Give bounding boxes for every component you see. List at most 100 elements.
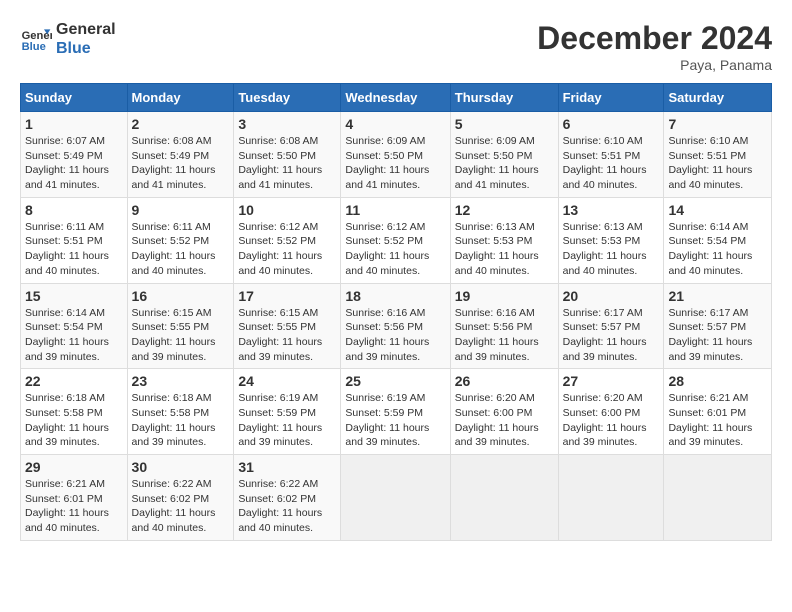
calendar-cell: 31 Sunrise: 6:22 AM Sunset: 6:02 PM Dayl… — [234, 455, 341, 541]
header-thursday: Thursday — [450, 84, 558, 112]
calendar-cell: 2 Sunrise: 6:08 AM Sunset: 5:49 PM Dayli… — [127, 112, 234, 198]
day-number: 6 — [563, 116, 660, 132]
day-number: 9 — [132, 202, 230, 218]
header-sunday: Sunday — [21, 84, 128, 112]
day-info: Sunrise: 6:16 AM Sunset: 5:56 PM Dayligh… — [455, 306, 554, 365]
day-number: 12 — [455, 202, 554, 218]
day-info: Sunrise: 6:21 AM Sunset: 6:01 PM Dayligh… — [25, 477, 123, 536]
calendar-cell: 16 Sunrise: 6:15 AM Sunset: 5:55 PM Dayl… — [127, 283, 234, 369]
day-number: 15 — [25, 288, 123, 304]
day-number: 11 — [345, 202, 445, 218]
title-block: December 2024 Paya, Panama — [537, 20, 772, 73]
day-info: Sunrise: 6:12 AM Sunset: 5:52 PM Dayligh… — [238, 220, 336, 279]
day-number: 25 — [345, 373, 445, 389]
day-number: 3 — [238, 116, 336, 132]
calendar-cell: 21 Sunrise: 6:17 AM Sunset: 5:57 PM Dayl… — [664, 283, 772, 369]
calendar-cell: 11 Sunrise: 6:12 AM Sunset: 5:52 PM Dayl… — [341, 197, 450, 283]
header-tuesday: Tuesday — [234, 84, 341, 112]
calendar-cell: 25 Sunrise: 6:19 AM Sunset: 5:59 PM Dayl… — [341, 369, 450, 455]
calendar-cell: 6 Sunrise: 6:10 AM Sunset: 5:51 PM Dayli… — [558, 112, 664, 198]
calendar-cell: 20 Sunrise: 6:17 AM Sunset: 5:57 PM Dayl… — [558, 283, 664, 369]
calendar-cell: 12 Sunrise: 6:13 AM Sunset: 5:53 PM Dayl… — [450, 197, 558, 283]
header-saturday: Saturday — [664, 84, 772, 112]
calendar-cell: 15 Sunrise: 6:14 AM Sunset: 5:54 PM Dayl… — [21, 283, 128, 369]
day-number: 5 — [455, 116, 554, 132]
calendar-cell: 29 Sunrise: 6:21 AM Sunset: 6:01 PM Dayl… — [21, 455, 128, 541]
day-number: 21 — [668, 288, 767, 304]
day-info: Sunrise: 6:18 AM Sunset: 5:58 PM Dayligh… — [25, 391, 123, 450]
day-info: Sunrise: 6:08 AM Sunset: 5:49 PM Dayligh… — [132, 134, 230, 193]
day-number: 28 — [668, 373, 767, 389]
calendar-cell: 22 Sunrise: 6:18 AM Sunset: 5:58 PM Dayl… — [21, 369, 128, 455]
calendar-cell: 4 Sunrise: 6:09 AM Sunset: 5:50 PM Dayli… — [341, 112, 450, 198]
day-info: Sunrise: 6:13 AM Sunset: 5:53 PM Dayligh… — [563, 220, 660, 279]
header-monday: Monday — [127, 84, 234, 112]
day-number: 20 — [563, 288, 660, 304]
day-info: Sunrise: 6:21 AM Sunset: 6:01 PM Dayligh… — [668, 391, 767, 450]
calendar-cell: 27 Sunrise: 6:20 AM Sunset: 6:00 PM Dayl… — [558, 369, 664, 455]
day-number: 18 — [345, 288, 445, 304]
calendar-cell: 24 Sunrise: 6:19 AM Sunset: 5:59 PM Dayl… — [234, 369, 341, 455]
calendar-header-row: SundayMondayTuesdayWednesdayThursdayFrid… — [21, 84, 772, 112]
day-number: 7 — [668, 116, 767, 132]
day-info: Sunrise: 6:20 AM Sunset: 6:00 PM Dayligh… — [455, 391, 554, 450]
day-number: 10 — [238, 202, 336, 218]
svg-text:Blue: Blue — [22, 41, 46, 53]
day-number: 4 — [345, 116, 445, 132]
page-header: General Blue General Blue December 2024 … — [20, 20, 772, 73]
day-number: 26 — [455, 373, 554, 389]
logo-icon: General Blue — [20, 23, 52, 55]
day-number: 2 — [132, 116, 230, 132]
day-number: 29 — [25, 459, 123, 475]
calendar-cell: 7 Sunrise: 6:10 AM Sunset: 5:51 PM Dayli… — [664, 112, 772, 198]
day-info: Sunrise: 6:19 AM Sunset: 5:59 PM Dayligh… — [345, 391, 445, 450]
calendar-cell: 1 Sunrise: 6:07 AM Sunset: 5:49 PM Dayli… — [21, 112, 128, 198]
day-info: Sunrise: 6:14 AM Sunset: 5:54 PM Dayligh… — [668, 220, 767, 279]
day-info: Sunrise: 6:11 AM Sunset: 5:52 PM Dayligh… — [132, 220, 230, 279]
logo-text-general: General — [56, 20, 116, 39]
calendar-cell: 3 Sunrise: 6:08 AM Sunset: 5:50 PM Dayli… — [234, 112, 341, 198]
day-number: 22 — [25, 373, 123, 389]
calendar-cell: 30 Sunrise: 6:22 AM Sunset: 6:02 PM Dayl… — [127, 455, 234, 541]
calendar-cell — [450, 455, 558, 541]
day-info: Sunrise: 6:22 AM Sunset: 6:02 PM Dayligh… — [132, 477, 230, 536]
calendar-week-5: 29 Sunrise: 6:21 AM Sunset: 6:01 PM Dayl… — [21, 455, 772, 541]
calendar-cell: 9 Sunrise: 6:11 AM Sunset: 5:52 PM Dayli… — [127, 197, 234, 283]
calendar-cell: 8 Sunrise: 6:11 AM Sunset: 5:51 PM Dayli… — [21, 197, 128, 283]
day-number: 17 — [238, 288, 336, 304]
day-info: Sunrise: 6:12 AM Sunset: 5:52 PM Dayligh… — [345, 220, 445, 279]
calendar-cell: 5 Sunrise: 6:09 AM Sunset: 5:50 PM Dayli… — [450, 112, 558, 198]
day-info: Sunrise: 6:15 AM Sunset: 5:55 PM Dayligh… — [238, 306, 336, 365]
day-info: Sunrise: 6:13 AM Sunset: 5:53 PM Dayligh… — [455, 220, 554, 279]
calendar-cell: 18 Sunrise: 6:16 AM Sunset: 5:56 PM Dayl… — [341, 283, 450, 369]
day-info: Sunrise: 6:16 AM Sunset: 5:56 PM Dayligh… — [345, 306, 445, 365]
calendar-cell: 28 Sunrise: 6:21 AM Sunset: 6:01 PM Dayl… — [664, 369, 772, 455]
day-info: Sunrise: 6:15 AM Sunset: 5:55 PM Dayligh… — [132, 306, 230, 365]
calendar-cell — [558, 455, 664, 541]
calendar-cell: 23 Sunrise: 6:18 AM Sunset: 5:58 PM Dayl… — [127, 369, 234, 455]
day-info: Sunrise: 6:11 AM Sunset: 5:51 PM Dayligh… — [25, 220, 123, 279]
calendar-week-1: 1 Sunrise: 6:07 AM Sunset: 5:49 PM Dayli… — [21, 112, 772, 198]
calendar-cell: 26 Sunrise: 6:20 AM Sunset: 6:00 PM Dayl… — [450, 369, 558, 455]
day-number: 19 — [455, 288, 554, 304]
calendar-cell — [341, 455, 450, 541]
calendar-cell: 19 Sunrise: 6:16 AM Sunset: 5:56 PM Dayl… — [450, 283, 558, 369]
day-number: 31 — [238, 459, 336, 475]
day-number: 24 — [238, 373, 336, 389]
day-number: 8 — [25, 202, 123, 218]
day-number: 14 — [668, 202, 767, 218]
day-info: Sunrise: 6:10 AM Sunset: 5:51 PM Dayligh… — [668, 134, 767, 193]
day-info: Sunrise: 6:07 AM Sunset: 5:49 PM Dayligh… — [25, 134, 123, 193]
calendar-week-2: 8 Sunrise: 6:11 AM Sunset: 5:51 PM Dayli… — [21, 197, 772, 283]
day-number: 13 — [563, 202, 660, 218]
day-number: 30 — [132, 459, 230, 475]
day-number: 1 — [25, 116, 123, 132]
day-number: 23 — [132, 373, 230, 389]
calendar-cell: 14 Sunrise: 6:14 AM Sunset: 5:54 PM Dayl… — [664, 197, 772, 283]
day-info: Sunrise: 6:18 AM Sunset: 5:58 PM Dayligh… — [132, 391, 230, 450]
calendar-week-3: 15 Sunrise: 6:14 AM Sunset: 5:54 PM Dayl… — [21, 283, 772, 369]
day-info: Sunrise: 6:17 AM Sunset: 5:57 PM Dayligh… — [668, 306, 767, 365]
day-info: Sunrise: 6:09 AM Sunset: 5:50 PM Dayligh… — [455, 134, 554, 193]
day-info: Sunrise: 6:09 AM Sunset: 5:50 PM Dayligh… — [345, 134, 445, 193]
calendar-cell: 17 Sunrise: 6:15 AM Sunset: 5:55 PM Dayl… — [234, 283, 341, 369]
